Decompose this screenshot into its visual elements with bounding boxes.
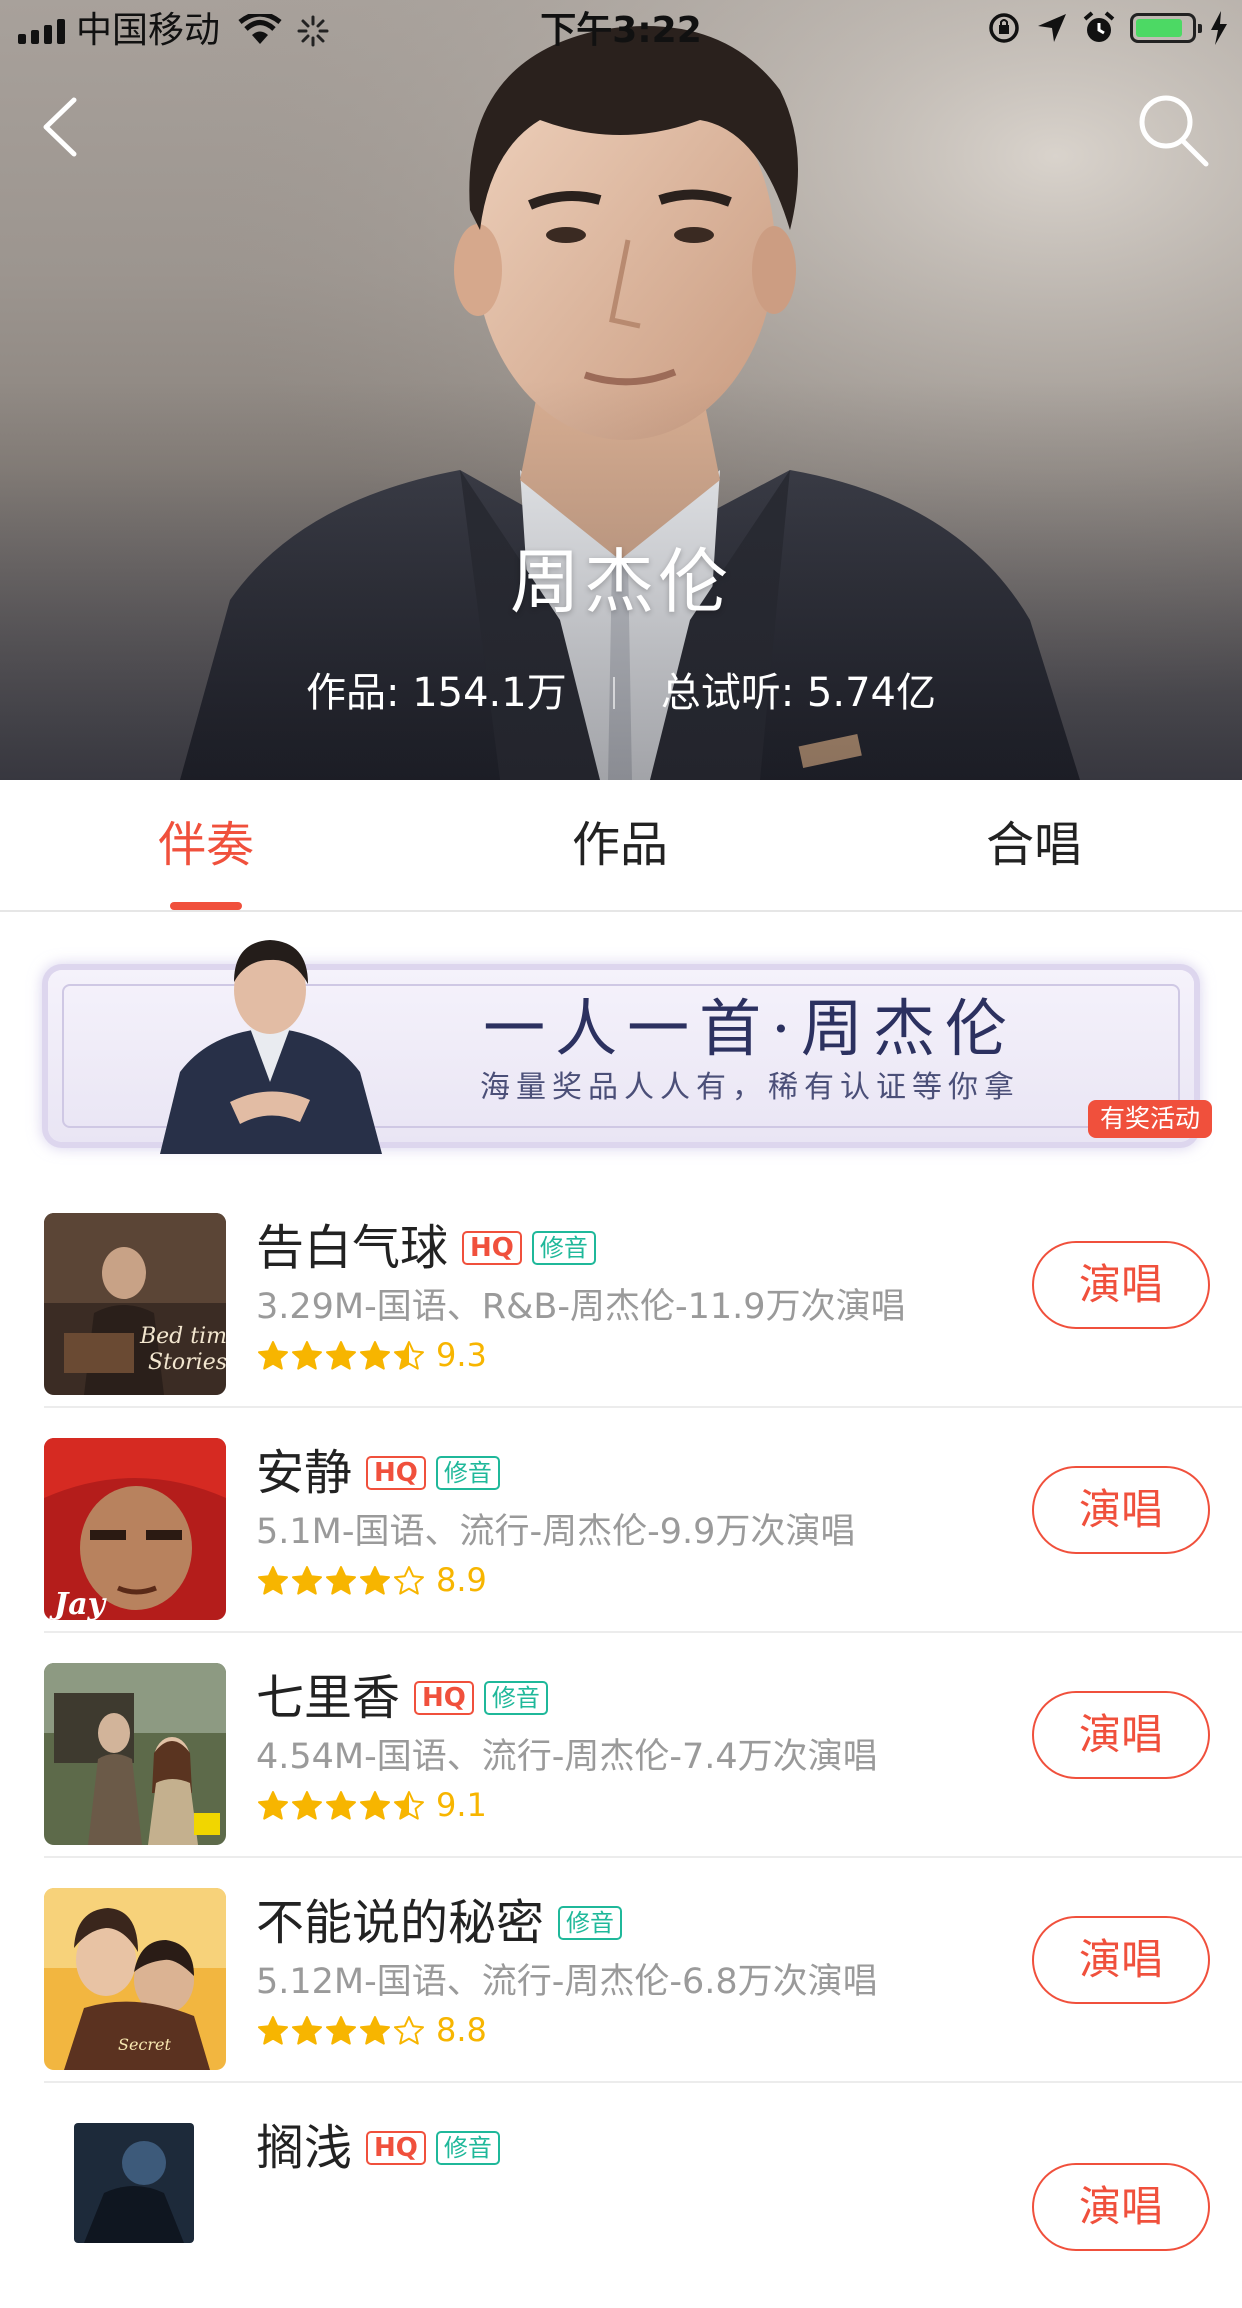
rating-score: 8.9 <box>436 1561 487 1599</box>
song-meta: 3.29M-国语、R&B-周杰伦-11.9万次演唱 <box>256 1287 906 1327</box>
tab-works[interactable]: 作品 <box>470 780 770 910</box>
status-bar: 中国移动 下午3:22 <box>0 0 1242 60</box>
song-meta: 4.54M-国语、流行-周杰伦-7.4万次演唱 <box>256 1737 878 1777</box>
banner-subtitle: 海量奖品人人有，稀有认证等你拿 <box>480 1070 1020 1105</box>
pitch-fix-badge: 修音 <box>531 1231 596 1265</box>
active-tab-indicator <box>170 902 242 910</box>
star-full-icon <box>326 2016 356 2045</box>
pitch-fix-badge: 修音 <box>435 1456 500 1490</box>
album-cover <box>74 2123 194 2243</box>
song-rating: 8.8 <box>256 2010 487 2050</box>
artist-name: 周杰伦 <box>510 541 732 623</box>
rating-score: 9.1 <box>436 1786 487 1824</box>
star-full-icon <box>292 1341 322 1370</box>
back-button[interactable] <box>34 92 94 162</box>
rating-score: 9.3 <box>436 1336 487 1374</box>
song-rating: 9.3 <box>256 1335 487 1375</box>
song-rating: 9.1 <box>256 1785 487 1825</box>
hq-badge: HQ <box>462 1231 522 1265</box>
svg-text:Bed time: Bed time <box>139 1324 226 1349</box>
sing-button[interactable]: 演唱 <box>1032 1466 1210 1554</box>
song-meta: 5.12M-国语、流行-周杰伦-6.8万次演唱 <box>256 1962 878 2002</box>
sing-button[interactable]: 演唱 <box>1032 1916 1210 2004</box>
song-row[interactable]: 七里香 HQ 修音 4.54M-国语、流行-周杰伦-7.4万次演唱 9.1 演唱 <box>0 1633 1242 1858</box>
star-full-icon <box>258 1791 288 1820</box>
pitch-fix-badge: 修音 <box>483 1681 548 1715</box>
hq-badge: HQ <box>366 1456 426 1490</box>
alarm-icon <box>1083 11 1115 42</box>
total-listens: 总试听: 5.74亿 <box>660 670 936 716</box>
hq-badge: HQ <box>414 1681 474 1715</box>
sing-button[interactable]: 演唱 <box>1032 2163 1210 2251</box>
promo-banner[interactable]: 一人一首·周杰伦 海量奖品人人有，稀有认证等你拿 有奖活动 <box>40 940 1212 1154</box>
works-count: 作品: 154.1万 <box>306 670 567 716</box>
star-full-icon <box>258 1566 288 1595</box>
tab-bar: 伴奏 作品 合唱 <box>0 780 1242 912</box>
pitch-fix-badge: 修音 <box>435 2131 500 2165</box>
star-half-icon <box>394 1791 424 1820</box>
star-full-icon <box>292 2016 322 2045</box>
hq-badge: HQ <box>366 2131 426 2165</box>
star-empty-icon <box>394 1566 424 1595</box>
song-row[interactable]: Jay 安静 HQ 修音 5.1M-国语、流行-周杰伦-9.9万次演唱 8.9 … <box>0 1408 1242 1633</box>
battery-level <box>1136 19 1182 37</box>
star-full-icon <box>258 1341 288 1370</box>
song-title: 七里香 <box>256 1670 401 1726</box>
artist-hero: 中国移动 下午3:22 周杰伦 作品: 154.1万 总试听: 5.74亿 <box>0 0 1242 780</box>
sing-button[interactable]: 演唱 <box>1032 1241 1210 1329</box>
battery-icon <box>1130 13 1202 43</box>
rating-score: 8.8 <box>436 2011 487 2049</box>
star-full-icon <box>292 1566 322 1595</box>
search-icon[interactable] <box>1132 88 1212 168</box>
artist-stats: 作品: 154.1万 总试听: 5.74亿 <box>0 668 1242 718</box>
album-cover: Secret <box>44 1888 226 2070</box>
svg-text:Secret: Secret <box>118 2035 172 2054</box>
song-title: 告白气球 <box>256 1220 449 1276</box>
star-half-icon <box>394 1341 424 1370</box>
orientation-lock-icon <box>989 13 1019 43</box>
song-row[interactable]: Bed time Stories 告白气球 HQ 修音 3.29M-国语、R&B… <box>0 1183 1242 1408</box>
song-rating: 8.9 <box>256 1560 487 1600</box>
song-meta: 5.1M-国语、流行-周杰伦-9.9万次演唱 <box>256 1512 856 1552</box>
charging-icon <box>1211 11 1227 45</box>
star-empty-icon <box>394 2016 424 2045</box>
tab-chorus[interactable]: 合唱 <box>884 780 1184 910</box>
album-cover <box>44 1663 226 1845</box>
banner-title: 一人一首·周杰伦 <box>483 992 1017 1065</box>
album-cover: Jay <box>44 1438 226 1620</box>
star-full-icon <box>326 1341 356 1370</box>
album-cover: Bed time Stories <box>44 1213 226 1395</box>
star-full-icon <box>326 1791 356 1820</box>
song-row[interactable]: Secret 不能说的秘密 修音 5.12M-国语、流行-周杰伦-6.8万次演唱… <box>0 1858 1242 2083</box>
star-full-icon <box>258 2016 288 2045</box>
song-title: 搁浅 <box>256 2120 353 2176</box>
sing-button[interactable]: 演唱 <box>1032 1691 1210 1779</box>
song-title: 不能说的秘密 <box>256 1895 545 1951</box>
star-full-icon <box>326 1566 356 1595</box>
event-badge: 有奖活动 <box>1087 1100 1212 1138</box>
svg-text:Jay: Jay <box>49 1587 108 1620</box>
song-row[interactable]: 搁浅 HQ 修音 演唱 <box>0 2083 1242 2308</box>
tab-accompaniment[interactable]: 伴奏 <box>56 780 356 910</box>
star-full-icon <box>360 1566 390 1595</box>
svg-text:Stories: Stories <box>148 1350 226 1375</box>
stats-divider <box>612 677 615 709</box>
star-full-icon <box>360 2016 390 2045</box>
star-full-icon <box>360 1791 390 1820</box>
banner-artist-image <box>160 940 382 1154</box>
star-full-icon <box>292 1791 322 1820</box>
location-icon <box>1038 14 1066 42</box>
song-title: 安静 <box>256 1445 353 1501</box>
pitch-fix-badge: 修音 <box>558 1906 622 1940</box>
star-full-icon <box>360 1341 390 1370</box>
